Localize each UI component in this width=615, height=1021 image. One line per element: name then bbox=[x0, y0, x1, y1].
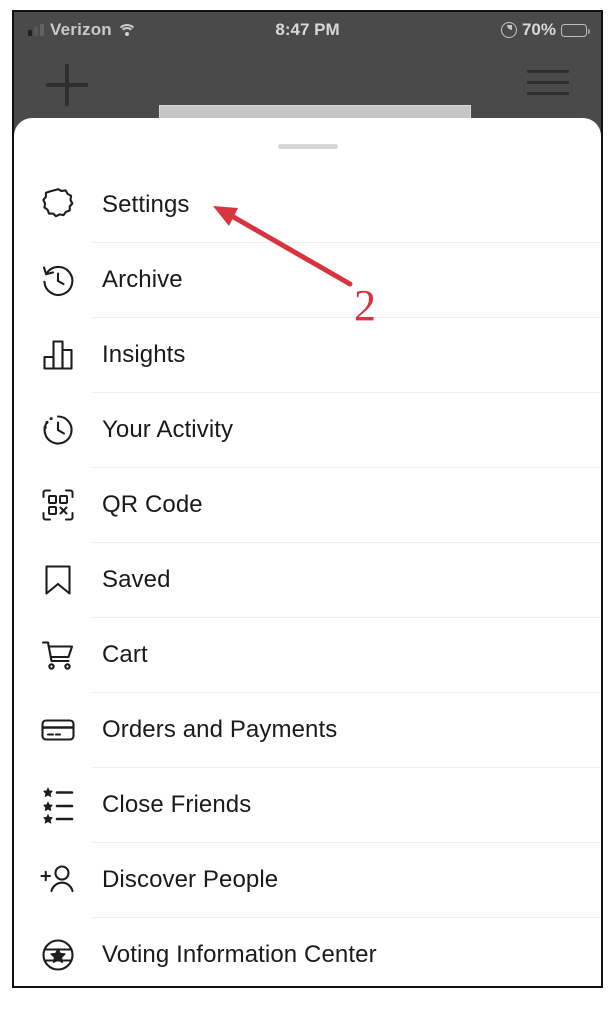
menu-item-label: Settings bbox=[102, 190, 190, 218]
menu-item-settings[interactable]: Settings bbox=[14, 167, 601, 242]
menu-item-label: Orders and Payments bbox=[102, 715, 338, 743]
menu-item-cart[interactable]: Cart bbox=[14, 617, 601, 692]
battery-percent-label: 70% bbox=[521, 20, 556, 39]
drag-handle[interactable] bbox=[277, 144, 338, 149]
menu-item-label: Saved bbox=[102, 565, 171, 593]
hamburger-menu-icon[interactable] bbox=[527, 70, 569, 100]
gear-icon bbox=[14, 185, 102, 225]
menu-item-discover-people[interactable]: Discover People bbox=[14, 842, 601, 917]
archive-clock-icon bbox=[14, 260, 102, 300]
menu-item-label: Insights bbox=[102, 340, 186, 368]
star-list-icon bbox=[14, 785, 102, 825]
battery-icon bbox=[561, 23, 590, 37]
status-bar-right: 70% bbox=[500, 20, 590, 40]
menu-item-orders-and-payments[interactable]: Orders and Payments bbox=[14, 692, 601, 767]
menu-item-label: Cart bbox=[102, 640, 148, 668]
qr-code-icon bbox=[14, 485, 102, 525]
menu-item-insights[interactable]: Insights bbox=[14, 317, 601, 392]
credit-card-icon bbox=[14, 710, 102, 750]
insights-bar-chart-icon bbox=[14, 335, 102, 375]
menu-item-close-friends[interactable]: Close Friends bbox=[14, 767, 601, 842]
menu-item-voting-information-center[interactable]: Voting Information Center bbox=[14, 917, 601, 986]
voting-badge-icon bbox=[14, 935, 102, 975]
shopping-cart-icon bbox=[14, 635, 102, 675]
app-header-bar bbox=[14, 50, 601, 143]
screenshot-root: Verizon 8:47 PM 70% Settings Archive Ins… bbox=[0, 0, 615, 1021]
menu-item-saved[interactable]: Saved bbox=[14, 542, 601, 617]
menu-item-label: Voting Information Center bbox=[102, 940, 377, 968]
bottom-sheet-menu: Settings Archive Insights Your Activity … bbox=[14, 118, 601, 986]
menu-item-label: Discover People bbox=[102, 865, 279, 893]
menu-list: Settings Archive Insights Your Activity … bbox=[14, 167, 601, 986]
menu-item-your-activity[interactable]: Your Activity bbox=[14, 392, 601, 467]
location-services-icon bbox=[500, 22, 517, 38]
bookmark-icon bbox=[14, 560, 102, 600]
menu-item-label: Close Friends bbox=[102, 790, 252, 818]
menu-item-label: QR Code bbox=[102, 490, 203, 518]
add-person-icon bbox=[14, 860, 102, 900]
menu-item-label: Your Activity bbox=[102, 415, 234, 443]
phone-screen-frame: Verizon 8:47 PM 70% Settings Archive Ins… bbox=[12, 10, 603, 988]
status-bar: Verizon 8:47 PM 70% bbox=[14, 12, 601, 50]
menu-item-qr-code[interactable]: QR Code bbox=[14, 467, 601, 542]
plus-icon[interactable] bbox=[46, 64, 88, 106]
menu-item-archive[interactable]: Archive bbox=[14, 242, 601, 317]
activity-clock-icon bbox=[14, 410, 102, 450]
menu-item-label: Archive bbox=[102, 265, 183, 293]
